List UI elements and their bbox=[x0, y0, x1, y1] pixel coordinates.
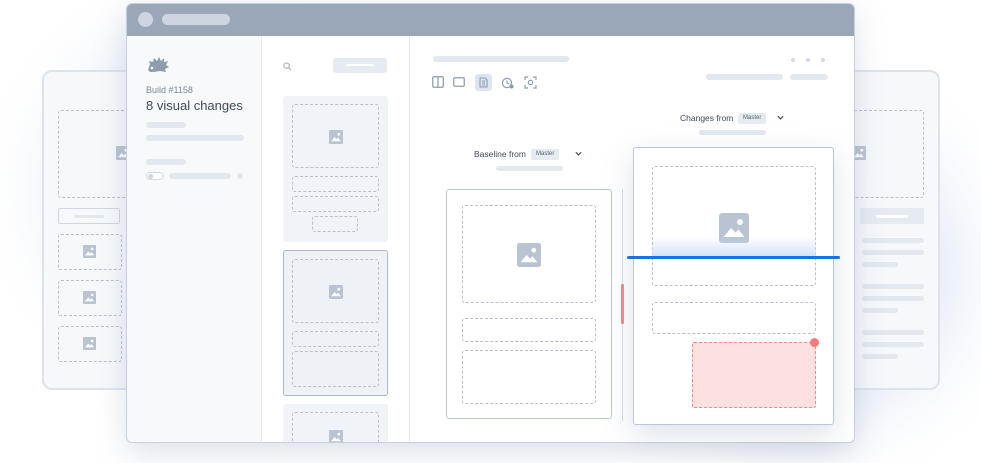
baseline-label: Baseline from bbox=[474, 149, 526, 159]
image-icon bbox=[329, 430, 343, 442]
split-view-icon[interactable] bbox=[432, 76, 444, 88]
placeholder-line bbox=[169, 173, 231, 179]
filter-button[interactable] bbox=[333, 58, 387, 73]
diff-view-icon bbox=[479, 77, 488, 88]
toggle-switch[interactable] bbox=[146, 172, 164, 180]
scan-line[interactable] bbox=[627, 256, 840, 259]
visual-changes-summary: 8 visual changes bbox=[146, 98, 243, 113]
story-card-selected[interactable] bbox=[283, 250, 388, 396]
placeholder-line bbox=[433, 56, 569, 62]
more-dot[interactable] bbox=[806, 58, 810, 62]
sidebar: Build #1158 8 visual changes bbox=[127, 36, 262, 442]
search-icon[interactable] bbox=[283, 62, 292, 71]
status-dot bbox=[237, 173, 243, 179]
placeholder-line bbox=[790, 74, 828, 80]
image-icon bbox=[83, 337, 96, 350]
story-card[interactable] bbox=[283, 404, 388, 442]
changes-branch-badge[interactable]: Master bbox=[738, 113, 767, 124]
change-marker bbox=[621, 284, 624, 324]
window-control-dot[interactable] bbox=[138, 12, 153, 27]
focus-icon[interactable] bbox=[524, 76, 537, 89]
address-bar[interactable] bbox=[162, 14, 230, 25]
diff-indicator-dot bbox=[810, 338, 819, 347]
scan-glow bbox=[652, 236, 816, 258]
placeholder-line bbox=[146, 159, 186, 165]
baseline-header[interactable]: Baseline from Master bbox=[474, 148, 594, 162]
image-icon bbox=[329, 285, 343, 299]
placeholder-line bbox=[146, 135, 244, 141]
chevron-down-icon[interactable] bbox=[777, 115, 784, 121]
more-dot[interactable] bbox=[821, 58, 825, 62]
baseline-branch-badge[interactable]: Master bbox=[531, 149, 560, 160]
hedgehog-logo-icon bbox=[148, 57, 169, 72]
changes-label: Changes from bbox=[680, 113, 734, 123]
single-view-icon[interactable] bbox=[453, 77, 465, 87]
story-list bbox=[262, 36, 410, 442]
image-icon bbox=[517, 243, 541, 267]
more-dot[interactable] bbox=[791, 58, 795, 62]
baseline-snapshot[interactable] bbox=[446, 189, 612, 419]
changes-snapshot[interactable] bbox=[633, 147, 834, 425]
placeholder-line bbox=[699, 130, 766, 135]
chevron-down-icon[interactable] bbox=[575, 151, 582, 157]
image-icon bbox=[83, 291, 96, 304]
window-titlebar bbox=[127, 4, 854, 36]
story-card[interactable] bbox=[283, 96, 388, 242]
image-icon bbox=[83, 245, 96, 258]
diff-highlight[interactable] bbox=[692, 342, 816, 408]
placeholder-line bbox=[706, 74, 783, 80]
changes-header[interactable]: Changes from Master bbox=[680, 112, 800, 126]
history-icon[interactable] bbox=[501, 76, 514, 89]
image-icon bbox=[329, 130, 343, 144]
placeholder-line bbox=[496, 166, 563, 171]
diff-view-button[interactable] bbox=[475, 74, 492, 91]
build-label: Build #1158 bbox=[146, 85, 193, 95]
placeholder-line bbox=[146, 122, 186, 128]
